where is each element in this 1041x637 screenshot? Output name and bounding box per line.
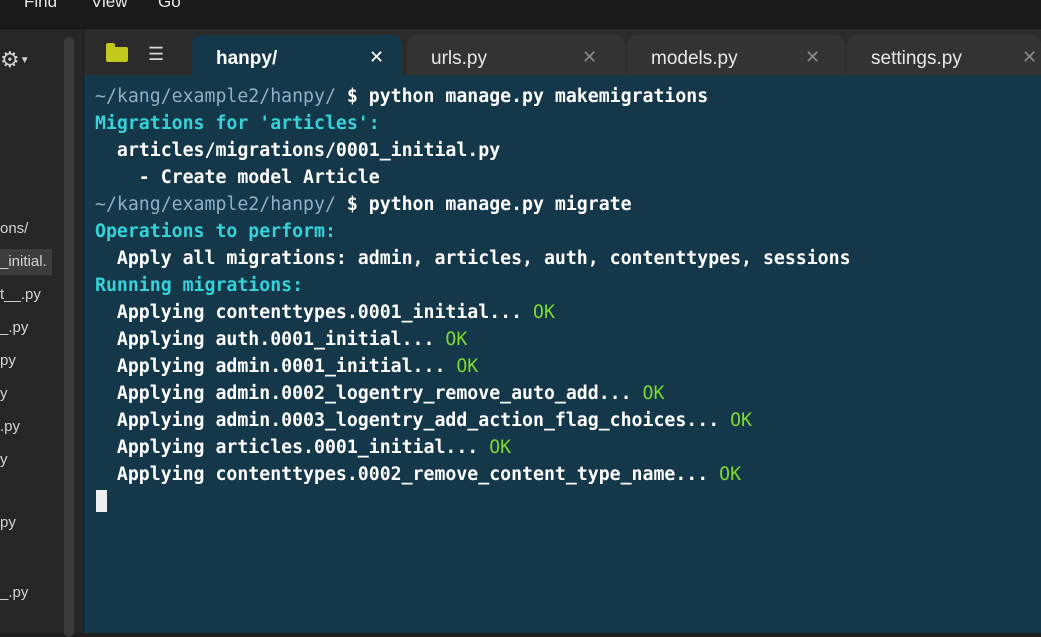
sidebar-tree-item[interactable]: y [0, 381, 8, 407]
terminal-line: Migrations for 'articles': [95, 110, 380, 137]
terminal-text: articles/migrations/0001_initial.py [95, 140, 501, 161]
menu-view[interactable]: View [91, 0, 128, 12]
status-ok: OK [533, 302, 555, 323]
tab-label: models.py [651, 48, 738, 69]
tab-bar: ☰ hanpy/ ✕ urls.py ✕ models.py ✕ settings.py ✕ [84, 29, 1041, 75]
terminal-line: - Create model Article [95, 164, 380, 191]
list-icon[interactable]: ☰ [148, 45, 170, 63]
close-icon[interactable]: ✕ [369, 47, 384, 68]
terminal-line: ~/kang/example2/hanpy/ $ python manage.p… [95, 191, 632, 218]
terminal-text: Running migrations: [95, 275, 304, 296]
terminal-text: $ python manage.py makemigrations [335, 86, 709, 107]
tab-1[interactable]: urls.py ✕ [407, 35, 625, 75]
terminal-text: Applying auth.0001_initial... [95, 329, 446, 350]
terminal-text: Operations to perform: [95, 221, 336, 242]
close-icon[interactable]: ✕ [805, 47, 820, 68]
tab-2[interactable]: models.py ✕ [627, 35, 845, 75]
status-ok: OK [489, 437, 512, 458]
status-ok: OK [719, 464, 742, 485]
sidebar-tree-item[interactable]: py [0, 348, 16, 374]
terminal-line: Applying admin.0003_logentry_add_action_… [95, 407, 752, 434]
sidebar-tree-item[interactable]: py [0, 510, 16, 536]
status-ok: OK [445, 329, 468, 350]
terminal-text: Applying admin.0002_logentry_remove_auto… [95, 383, 643, 404]
sidebar-tree-item[interactable]: _initial. [0, 249, 52, 275]
terminal-line: Applying auth.0001_initial... OK [95, 326, 467, 353]
terminal-cursor [96, 490, 107, 512]
terminal-text: Applying admin.0003_logentry_add_action_… [95, 410, 731, 431]
terminal-line: articles/migrations/0001_initial.py [95, 137, 500, 164]
terminal-text: Applying articles.0001_initial... [95, 437, 490, 458]
sidebar-tree-item[interactable]: _.py [0, 580, 28, 606]
sidebar-tree-item[interactable]: ons/ [0, 216, 28, 242]
terminal-line: Applying admin.0002_logentry_remove_auto… [95, 380, 665, 407]
terminal-line: Apply all migrations: admin, articles, a… [95, 245, 851, 272]
tab-label: hanpy/ [216, 48, 278, 69]
terminal-text: ~/kang/example2/hanpy/ [95, 194, 336, 215]
tab-0[interactable]: hanpy/ ✕ [192, 35, 402, 75]
sidebar-tree-item[interactable]: y [0, 447, 8, 473]
tab-3[interactable]: settings.py ✕ [847, 35, 1041, 75]
terminal-text: Applying contenttypes.0001_initial... [95, 302, 533, 323]
menu-find[interactable]: Find [24, 0, 57, 12]
terminal-line: Operations to perform: [95, 218, 336, 245]
folder-icon[interactable] [106, 43, 128, 62]
terminal-line: Applying articles.0001_initial... OK [95, 434, 511, 461]
terminal-text: $ python manage.py migrate [335, 194, 632, 215]
terminal-line: ~/kang/example2/hanpy/ $ python manage.p… [95, 83, 708, 110]
terminal-panel[interactable]: ~/kang/example2/hanpy/ $ python manage.p… [84, 75, 1041, 633]
tab-label: urls.py [431, 48, 487, 69]
menu-bar: Find View Go [0, 0, 1041, 29]
menu-go[interactable]: Go [158, 0, 181, 12]
file-tree-sidebar: ⚙▼ ons/_initial. t__.py _.py py y .py y py _.py [0, 29, 83, 637]
sidebar-scrollbar[interactable] [64, 37, 74, 637]
terminal-text: - Create model Article [95, 167, 380, 188]
terminal-line: Running migrations: [95, 272, 303, 299]
status-ok: OK [730, 410, 752, 431]
terminal-text: ~/kang/example2/hanpy/ [95, 86, 336, 107]
sidebar-tree-item[interactable]: _.py [0, 315, 28, 341]
sidebar-tree-item[interactable]: .py [0, 414, 20, 440]
close-icon[interactable]: ✕ [582, 47, 597, 68]
status-ok: OK [456, 356, 479, 377]
terminal-text: Apply all migrations: admin, articles, a… [95, 248, 851, 269]
close-icon[interactable]: ✕ [1022, 47, 1037, 68]
terminal-text: Applying contenttypes.0002_remove_conten… [95, 464, 720, 485]
chevron-down-icon: ▼ [19, 55, 30, 66]
terminal-line: Applying contenttypes.0002_remove_conten… [95, 461, 741, 488]
tab-label: settings.py [871, 48, 962, 69]
gear-icon[interactable]: ⚙▼ [0, 47, 30, 73]
terminal-line: Applying admin.0001_initial... OK [95, 353, 478, 380]
terminal-text: Migrations for 'articles': [95, 113, 380, 134]
sidebar-tree-item[interactable]: t__.py [0, 282, 41, 308]
terminal-text: Applying admin.0001_initial... [95, 356, 457, 377]
status-ok: OK [642, 383, 665, 404]
terminal-line: Applying contenttypes.0001_initial... OK [95, 299, 555, 326]
